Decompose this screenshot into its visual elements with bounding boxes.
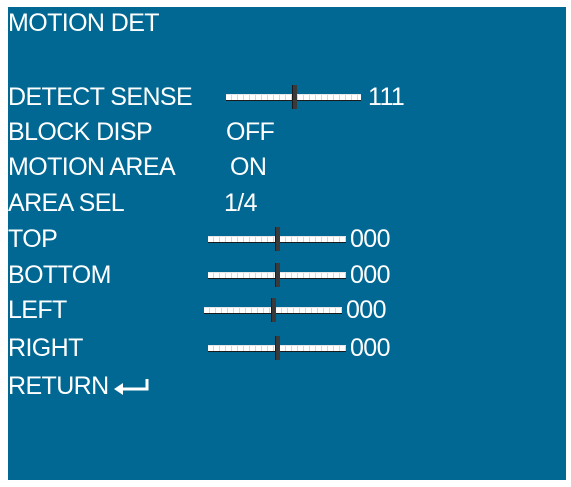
menu-title: MOTION DET [8,9,160,37]
area-sel-label[interactable]: AREA SEL [8,189,125,217]
slider-thumb[interactable] [271,298,276,322]
detect-sense-value: 111 [368,83,405,111]
top-label[interactable]: TOP [8,225,58,253]
right-label[interactable]: RIGHT [8,334,83,362]
bottom-label[interactable]: BOTTOM [8,261,111,289]
slider-thumb[interactable] [291,85,297,109]
slider-thumb[interactable] [275,227,280,251]
left-value: 000 [346,296,387,324]
motion-area-value[interactable]: ON [230,153,267,181]
left-label[interactable]: LEFT [8,296,67,324]
right-slider[interactable] [208,334,346,362]
right-value: 000 [350,334,391,362]
slider-thumb[interactable] [275,336,280,360]
top-value: 000 [350,225,391,253]
block-disp-value[interactable]: OFF [226,118,275,146]
return-arrow-icon [114,379,149,395]
block-disp-label[interactable]: BLOCK DISP [8,118,153,146]
osd-screen: MOTION DET DETECT SENSE 111 BLOCK DISP O… [8,7,566,480]
return-label: RETURN [8,372,109,400]
motion-area-label[interactable]: MOTION AREA [8,153,176,181]
bottom-slider[interactable] [208,261,346,289]
area-sel-value[interactable]: 1/4 [224,189,258,217]
left-slider[interactable] [204,296,342,324]
top-slider[interactable] [208,225,346,253]
detect-sense-slider[interactable] [226,83,361,111]
bottom-value: 000 [350,261,391,289]
slider-thumb[interactable] [275,263,280,287]
detect-sense-label[interactable]: DETECT SENSE [8,83,193,111]
